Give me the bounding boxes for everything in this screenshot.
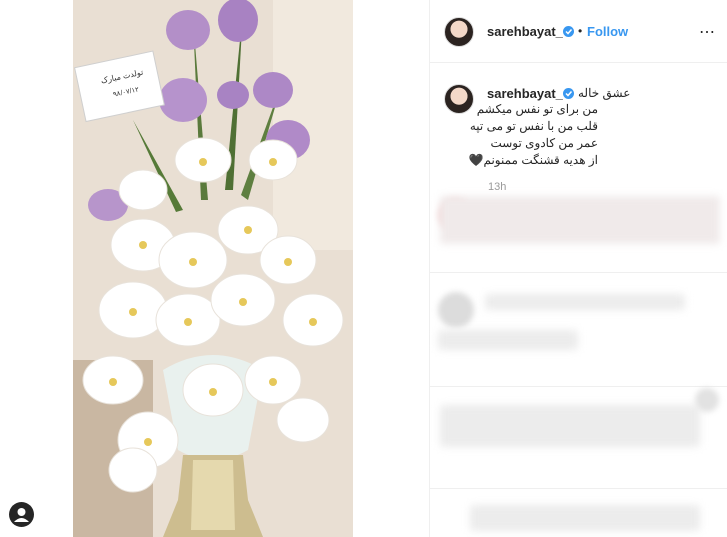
avatar[interactable] bbox=[444, 17, 474, 47]
divider bbox=[430, 272, 727, 273]
caption-line-1: عشق خاله bbox=[578, 86, 631, 100]
comment-row bbox=[485, 294, 685, 310]
post-sidebar: sarehbayat_ • Follow ⋯ sarehbayat_ عشق خ… bbox=[429, 0, 727, 537]
divider bbox=[430, 488, 727, 489]
verified-badge-icon bbox=[563, 26, 574, 37]
media-pane: تولدت مبارک ۹۸/۰۷/۱۲ bbox=[0, 0, 429, 537]
post-timestamp[interactable]: 13h bbox=[488, 181, 506, 193]
comment-row bbox=[470, 505, 700, 531]
comment-avatar bbox=[695, 388, 719, 412]
post-header: sarehbayat_ • Follow ⋯ bbox=[430, 0, 727, 63]
more-options-icon[interactable]: ⋯ bbox=[699, 22, 716, 42]
profile-button[interactable] bbox=[9, 502, 34, 527]
caption-line-4: عمر من کادوی توست bbox=[490, 136, 598, 150]
post-photo[interactable]: تولدت مبارک ۹۸/۰۷/۱۲ bbox=[73, 0, 353, 537]
comment-row bbox=[440, 405, 700, 447]
username-link[interactable]: sarehbayat_ bbox=[487, 24, 563, 39]
profile-icon bbox=[14, 508, 29, 522]
comment-row bbox=[440, 196, 720, 244]
caption-username-link[interactable]: sarehbayat_ bbox=[487, 86, 563, 101]
caption-line-3: قلب من با نفس تو می تپه bbox=[469, 119, 598, 133]
comment-avatar bbox=[438, 292, 474, 328]
follow-button[interactable]: Follow bbox=[587, 24, 628, 39]
caption-line-5: از هدیه قشنگت ممنونم🖤 bbox=[468, 153, 598, 167]
caption-verified-badge-icon bbox=[563, 88, 574, 99]
divider bbox=[430, 386, 727, 387]
caption-line-2: من برای تو نفس میکشم bbox=[476, 102, 598, 116]
comment-row bbox=[438, 330, 578, 350]
caption-avatar[interactable] bbox=[444, 84, 474, 114]
separator-dot: • bbox=[578, 24, 583, 38]
